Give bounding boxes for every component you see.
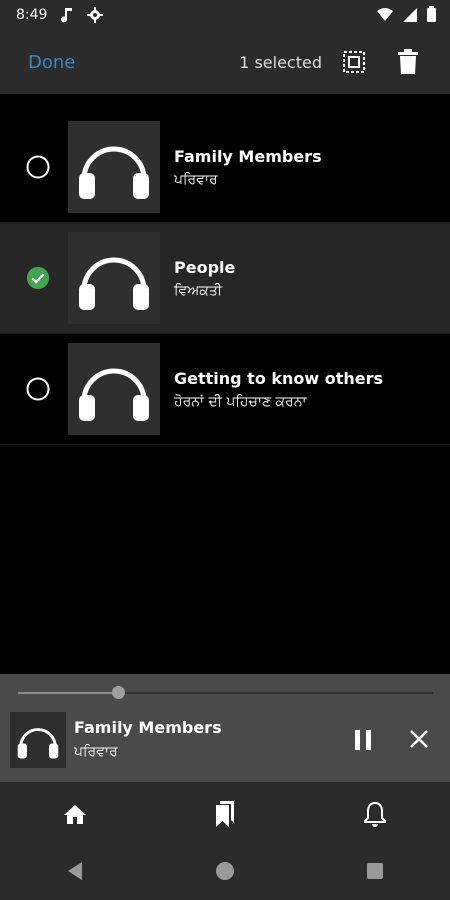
player-subtitle: ਪਰਿਵਾਰ: [74, 744, 118, 760]
close-icon[interactable]: [408, 728, 430, 750]
mini-player[interactable]: Family Members ਪਰਿਵਾਰ: [0, 674, 450, 782]
pause-icon[interactable]: [352, 728, 374, 752]
status-time: 8:49: [16, 7, 48, 23]
selected-count: 1 selected: [239, 52, 322, 72]
lesson-list: Family Members ਪਰਿਵਾਰ People ਵਿਅਕਤੀ Gett…: [0, 112, 450, 445]
headphones-icon: [17, 728, 59, 759]
status-bar: 8:49: [0, 0, 450, 30]
item-subtitle: ਵਿਅਕਤੀ: [174, 282, 223, 299]
music-note-icon: [59, 7, 75, 23]
player-thumbnail: [10, 712, 66, 768]
headphones-icon: [79, 257, 149, 310]
checked-circle-icon[interactable]: [26, 266, 50, 290]
headphones-thumbnail: [68, 343, 160, 435]
home-circle-icon[interactable]: [215, 861, 235, 885]
cell-signal-icon: [403, 7, 417, 26]
progress-fill: [18, 692, 118, 694]
item-title: Family Members: [174, 146, 322, 166]
unchecked-circle-icon[interactable]: [26, 377, 50, 401]
bell-icon[interactable]: [357, 796, 393, 832]
settings-gear-icon: [87, 7, 104, 23]
unchecked-circle-icon[interactable]: [26, 155, 50, 179]
bottom-navigation: [0, 782, 450, 846]
headphones-icon: [79, 368, 149, 421]
recents-square-icon[interactable]: [366, 862, 384, 884]
headphones-thumbnail: [68, 121, 160, 213]
item-subtitle: ਹੋਰਨਾਂ ਦੀ ਪਹਿਚਾਣ ਕਰਨਾ: [174, 393, 307, 410]
player-title: Family Members: [74, 718, 222, 737]
list-item[interactable]: Getting to know others ਹੋਰਨਾਂ ਦੀ ਪਹਿਚਾਣ …: [0, 334, 450, 445]
list-item[interactable]: People ਵਿਅਕਤੀ: [0, 223, 450, 334]
headphones-icon: [79, 146, 149, 199]
progress-knob[interactable]: [112, 686, 125, 699]
back-icon[interactable]: [66, 861, 84, 885]
delete-icon[interactable]: [396, 49, 420, 75]
list-item[interactable]: Family Members ਪਰਿਵਾਰ: [0, 112, 450, 223]
item-subtitle: ਪਰਿਵਾਰ: [174, 171, 218, 188]
headphones-thumbnail: [68, 232, 160, 324]
selection-toolbar: Done 1 selected: [0, 30, 450, 94]
select-all-icon[interactable]: [342, 50, 366, 74]
item-title: Getting to know others: [174, 368, 384, 388]
home-icon[interactable]: [57, 796, 93, 832]
wifi-icon: [377, 7, 393, 26]
done-button[interactable]: Done: [28, 52, 75, 73]
bookmarks-icon[interactable]: [207, 796, 243, 832]
system-navigation: [0, 846, 450, 900]
item-title: People: [174, 257, 236, 277]
battery-icon: [427, 6, 436, 26]
